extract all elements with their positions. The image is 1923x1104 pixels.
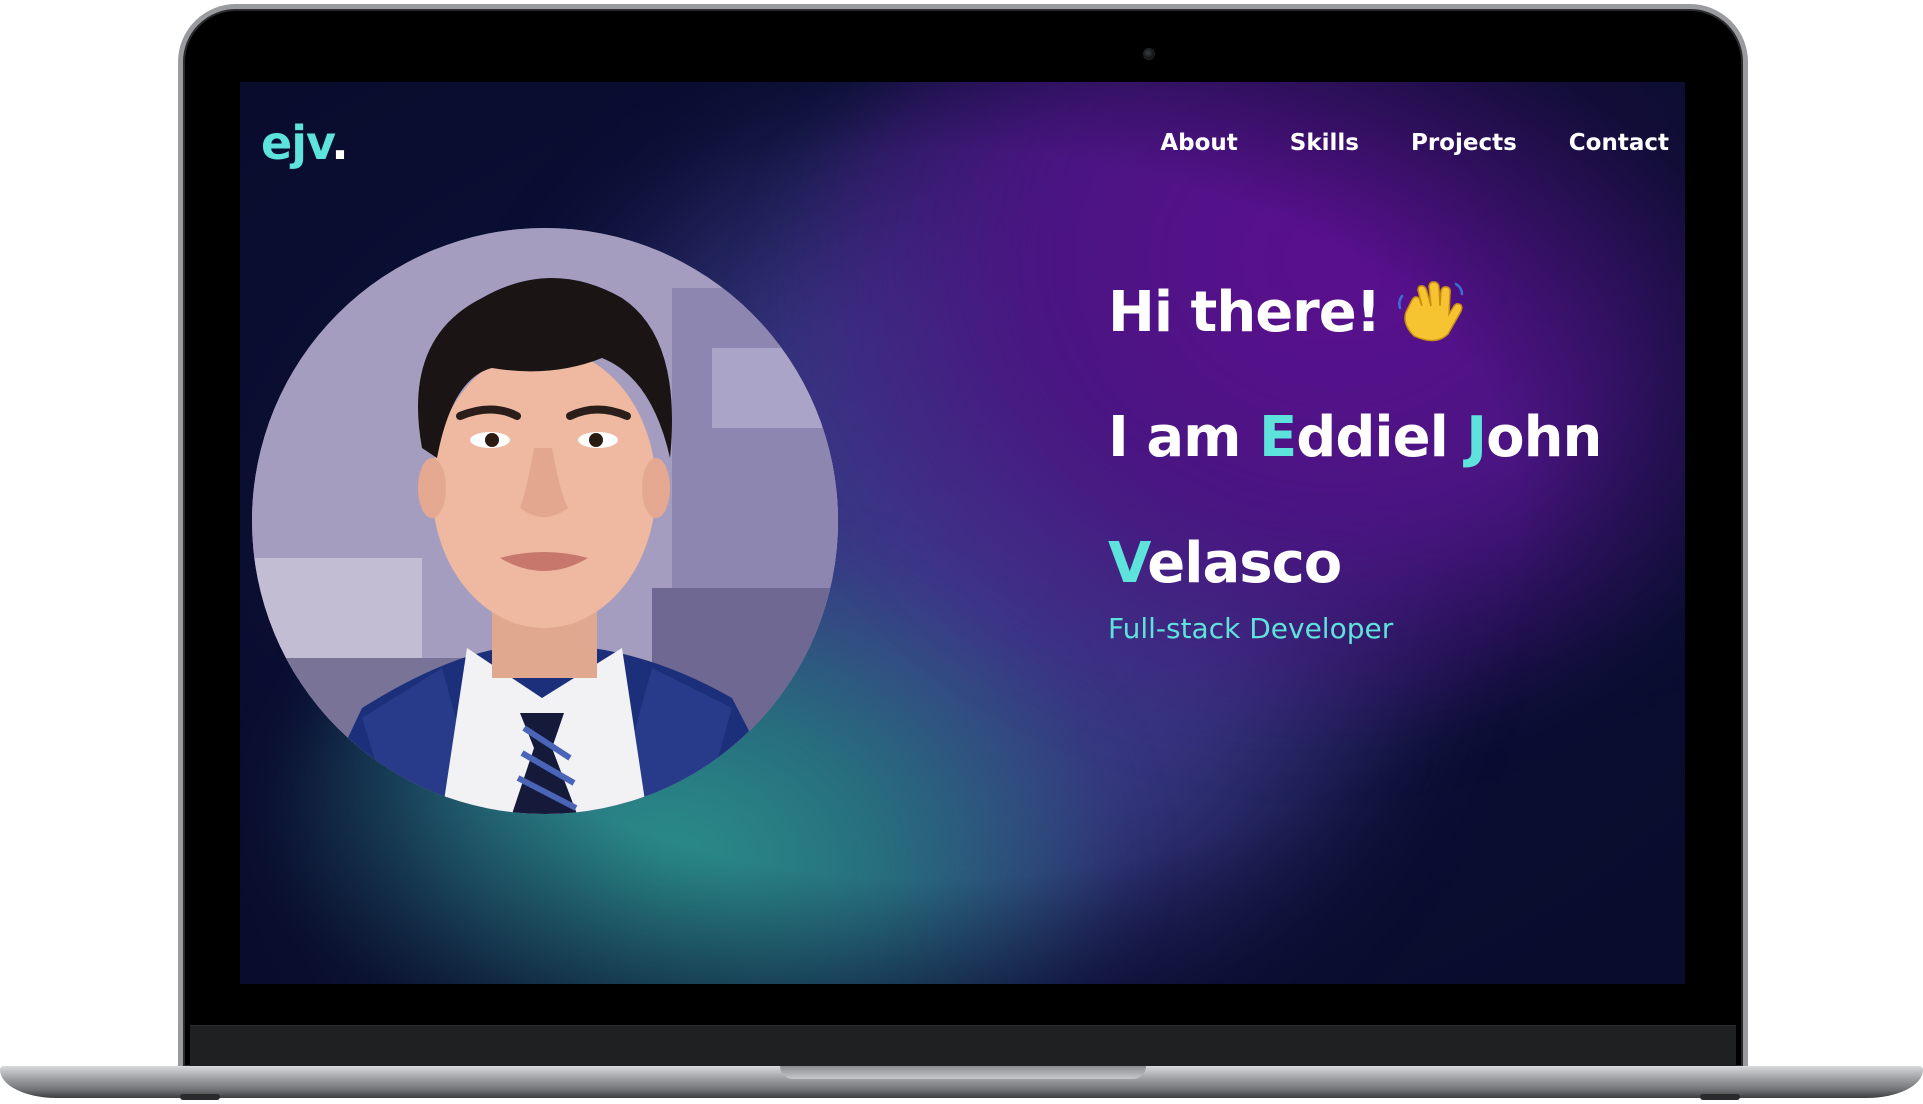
hero-role: Full-stack Developer <box>1108 612 1394 645</box>
hero-name-line-1: I am Eddiel John <box>1108 410 1602 466</box>
laptop-foot <box>1700 1094 1740 1100</box>
site-logo[interactable]: ejv. <box>261 116 349 170</box>
logo-text: ejv <box>261 116 332 170</box>
website-screen: ejv. About Skills Projects Contact Hi th… <box>240 82 1685 984</box>
intro-text: I am <box>1108 405 1259 470</box>
greeting-text: Hi there! <box>1108 280 1381 345</box>
webcam-icon <box>1143 48 1155 60</box>
first-name-rest: ddiel <box>1296 405 1467 470</box>
waving-hand-icon <box>1398 281 1464 342</box>
hero-section: Hi there! I am Eddiel John Velasco Full-… <box>1108 278 1602 645</box>
laptop-foot <box>180 1094 220 1100</box>
hero-name-line-2: Velasco <box>1108 536 1601 592</box>
middle-name-rest: ohn <box>1486 405 1602 470</box>
last-name-rest: elasco <box>1147 531 1342 596</box>
middle-initial: J <box>1466 405 1487 470</box>
last-initial: V <box>1108 531 1148 596</box>
main-nav: About Skills Projects Contact <box>1160 130 1669 156</box>
nav-link-about[interactable]: About <box>1160 130 1237 156</box>
logo-dot: . <box>331 116 349 170</box>
hero-greeting: Hi there! <box>1108 278 1601 348</box>
laptop-hinge-notch <box>780 1066 1146 1079</box>
laptop-chin <box>190 1025 1736 1067</box>
first-initial: E <box>1258 405 1297 470</box>
nav-link-contact[interactable]: Contact <box>1569 130 1669 156</box>
laptop-mockup: ejv. About Skills Projects Contact Hi th… <box>0 0 1923 1104</box>
profile-photo <box>252 228 838 814</box>
nav-link-skills[interactable]: Skills <box>1290 130 1359 156</box>
portrait-illustration <box>252 228 838 814</box>
nav-link-projects[interactable]: Projects <box>1411 130 1517 156</box>
